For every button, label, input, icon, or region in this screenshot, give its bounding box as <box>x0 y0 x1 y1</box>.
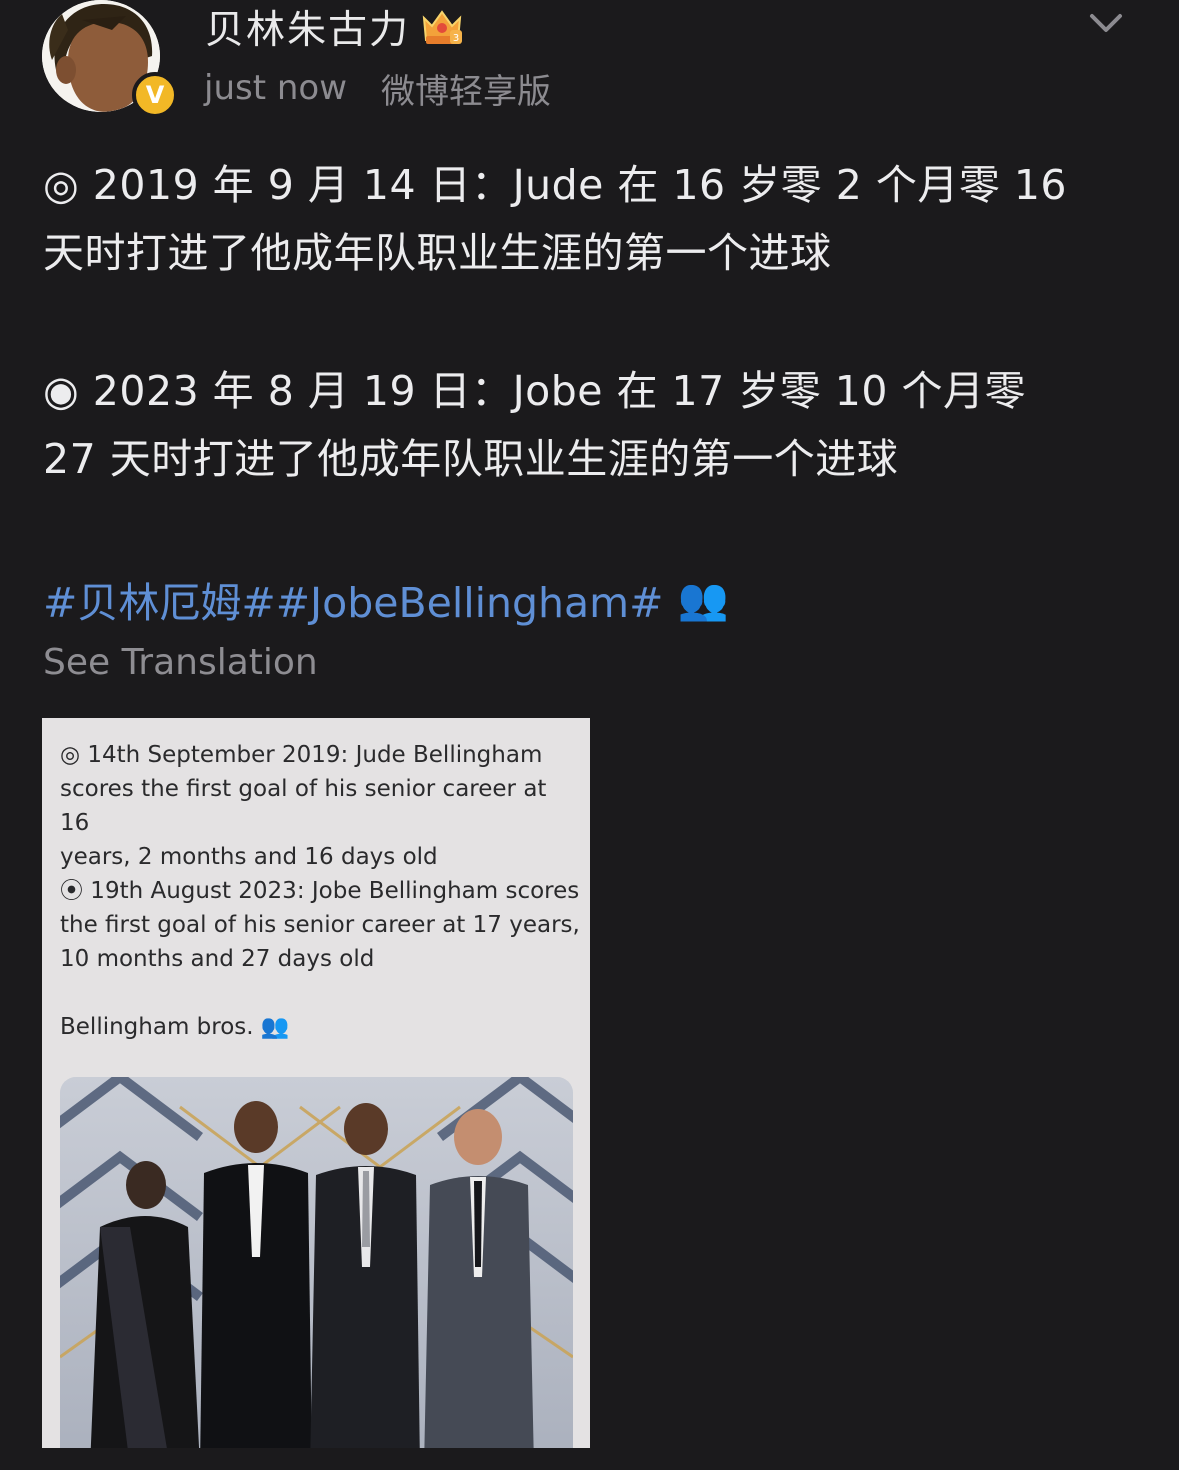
post-source[interactable]: 微博轻享版 <box>381 64 551 113</box>
embed-text: Bellingham bros. 👥 <box>60 1014 290 1040</box>
hashtag-link[interactable]: #贝林厄姆##JobeBellingham# <box>43 569 663 629</box>
chevron-down-icon[interactable] <box>1088 10 1124 38</box>
embed-text: ⦿ 19th August 2023: Jobe Bellingham scor… <box>60 878 580 972</box>
people-emoji-icon: 👥 <box>677 574 729 623</box>
timestamp: just now <box>204 68 348 108</box>
family-photo <box>60 1077 573 1448</box>
see-translation-link[interactable]: See Translation <box>43 642 318 683</box>
post-meta: just now 微博轻享版 <box>204 64 551 113</box>
crown-level-icon: 3 <box>420 6 464 48</box>
post-text-line: ◉ 2023 年 8 月 19 日：Jobe 在 17 岁零 10 个月零 <box>43 367 1026 415</box>
hashtags: #贝林厄姆##JobeBellingham# 👥 <box>43 566 729 632</box>
username[interactable]: 贝林朱古力 <box>205 0 410 55</box>
post-text-line: 天时打进了他成年队职业生涯的第一个进球 <box>43 229 832 277</box>
username-row: 贝林朱古力 3 <box>205 0 464 55</box>
svg-text:3: 3 <box>453 33 459 44</box>
post-image[interactable]: ◎ 14th September 2019: Jude Bellingham s… <box>42 718 590 1448</box>
verified-badge: V <box>132 72 178 118</box>
post-text-line: 27 天时打进了他成年队职业生涯的第一个进球 <box>43 435 899 483</box>
avatar[interactable]: V <box>42 0 178 118</box>
post-text-line: ◎ 2019 年 9 月 14 日：Jude 在 16 岁零 2 个月零 16 <box>43 161 1068 209</box>
embed-text: ◎ 14th September 2019: Jude Bellingham s… <box>60 742 547 870</box>
